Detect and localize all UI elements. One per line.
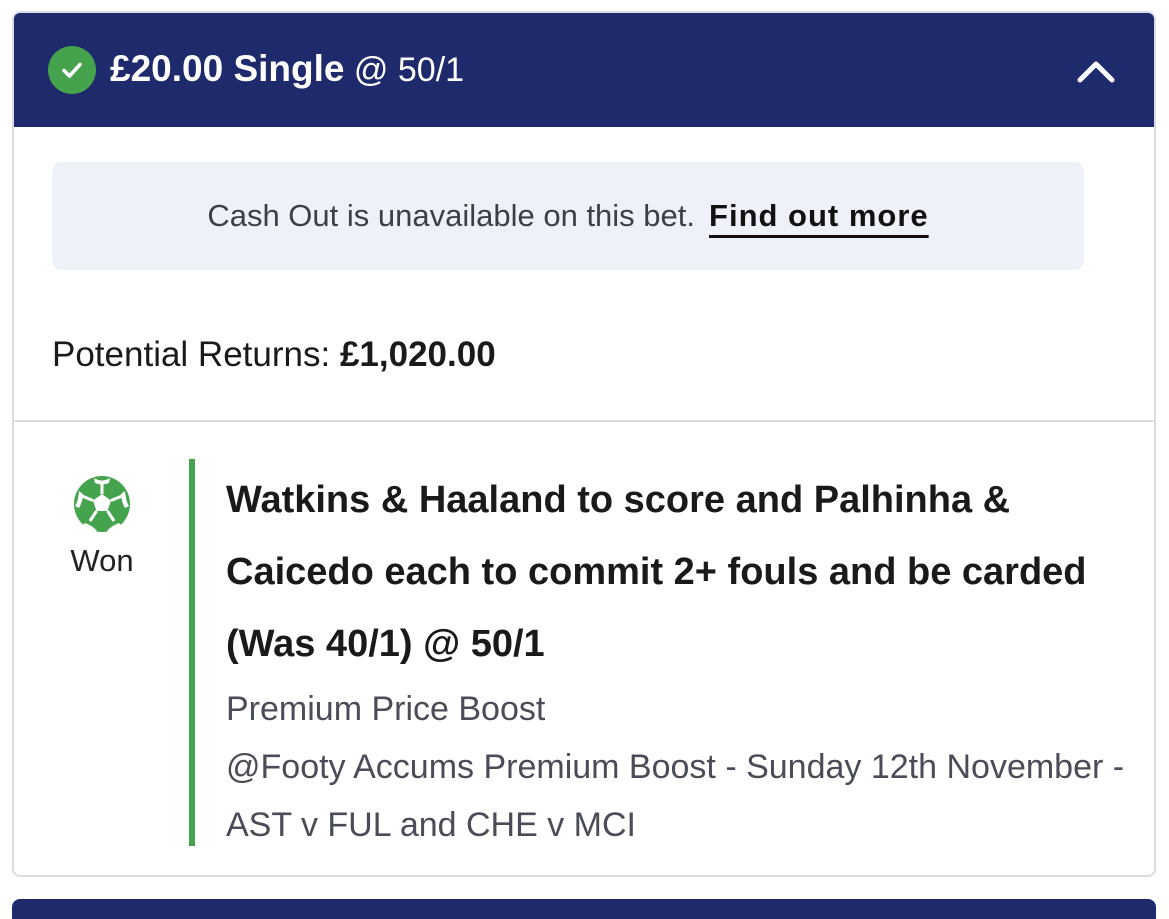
chevron-up-icon	[1077, 61, 1115, 83]
won-indicator-bar	[189, 459, 195, 846]
football-icon	[74, 476, 130, 532]
selection-market: Premium Price Boost	[226, 690, 546, 728]
selection-event: @Footy Accums Premium Boost - Sunday 12t…	[226, 748, 1125, 844]
selection-title: Watkins & Haaland to score and Palhinha …	[226, 479, 1087, 665]
selection-status: Won	[54, 475, 150, 579]
bet-card: £20.00 Single @ 50/1 Cash Out is unavail…	[12, 11, 1156, 877]
returns-amount: £1,020.00	[339, 335, 496, 374]
divider	[14, 420, 1154, 422]
status-label: Won	[70, 543, 134, 578]
check-circle-icon	[48, 46, 96, 94]
bet-stake: £20.00 Single	[110, 48, 345, 89]
potential-returns: Potential Returns: £1,020.00	[52, 335, 496, 375]
collapse-button[interactable]	[1074, 49, 1118, 93]
cashout-notice: Cash Out is unavailable on this bet. Fin…	[52, 162, 1084, 270]
bet-odds: @ 50/1	[344, 51, 465, 89]
bet-header[interactable]: £20.00 Single @ 50/1	[14, 13, 1154, 127]
find-out-more-link[interactable]: Find out more	[709, 198, 929, 234]
bet-title: £20.00 Single @ 50/1	[110, 43, 464, 96]
cashout-message: Cash Out is unavailable on this bet.	[207, 198, 696, 233]
selection-details: Watkins & Haaland to score and Palhinha …	[226, 464, 1126, 854]
returns-label: Potential Returns:	[52, 335, 331, 374]
next-bet-header[interactable]	[12, 899, 1156, 919]
